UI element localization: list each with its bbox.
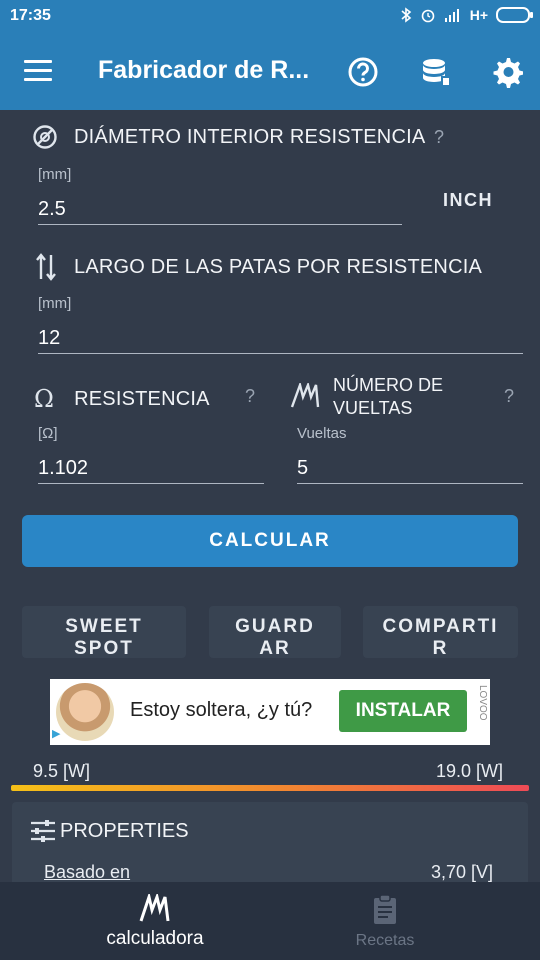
based-on-value: 3,70 [V] xyxy=(431,862,494,882)
wraps-help[interactable]: ? xyxy=(504,386,514,407)
app-title: Fabricador de R... xyxy=(98,56,310,84)
share-button[interactable]: COMPARTIR xyxy=(363,606,518,658)
wraps-input-underline xyxy=(297,483,523,484)
diameter-input-underline xyxy=(38,224,402,225)
signal-icon xyxy=(444,9,459,22)
status-time: 17:35 xyxy=(10,7,51,24)
properties-title: PROPERTIES xyxy=(60,820,189,842)
inch-toggle-button[interactable]: INCH xyxy=(443,190,493,211)
bluetooth-icon xyxy=(401,7,411,23)
resistance-unit: [Ω] xyxy=(38,425,58,442)
resistance-help[interactable]: ? xyxy=(245,386,255,407)
wraps-unit: Vueltas xyxy=(297,425,347,442)
resistance-input-underline xyxy=(38,483,264,484)
status-icons: H+ xyxy=(400,7,533,23)
sliders-icon xyxy=(31,820,55,842)
leg-length-unit: [mm] xyxy=(38,295,72,312)
calculator-form: DIÁMETRO INTERIOR RESISTENCIA ? [mm] 2.5… xyxy=(0,110,540,882)
leg-length-input[interactable]: 12 xyxy=(38,327,60,350)
network-type: H+ xyxy=(469,7,488,23)
help-icon[interactable] xyxy=(347,56,379,88)
ad-text: Estoy soltera, ¿y tú? xyxy=(130,699,313,721)
app-bar: Fabricador de R... xyxy=(0,34,540,110)
leg-length-label: LARGO DE LAS PATAS POR RESISTENCIA xyxy=(74,255,483,278)
wraps-label-line2: VUELTAS xyxy=(333,398,413,418)
status-bar: 17:35 H+ xyxy=(0,0,540,34)
wraps-label: NÚMERO DE VUELTAS xyxy=(333,374,443,420)
alarm-icon xyxy=(421,9,435,23)
clipboard-icon xyxy=(374,894,396,924)
coil-icon xyxy=(139,894,170,922)
share-label: COMPARTIR xyxy=(382,616,499,658)
save-button[interactable]: GUARDAR xyxy=(209,606,341,658)
ad-info-icon[interactable]: ▶ xyxy=(52,727,68,743)
calculate-button[interactable]: CALCULAR xyxy=(22,515,518,567)
nav-recipes-label: Recetas xyxy=(355,932,415,949)
resistance-input[interactable]: 1.102 xyxy=(38,457,88,480)
nav-recipes[interactable]: Recetas xyxy=(250,882,520,960)
resistance-label: RESISTENCIA xyxy=(74,387,210,410)
bottom-navigation: calculadora Recetas xyxy=(0,882,540,960)
resistance-label-row: Ω RESISTENCIA xyxy=(34,385,210,413)
vertical-arrows-icon xyxy=(36,253,56,281)
settings-icon[interactable] xyxy=(491,56,523,88)
based-on-link[interactable]: Basado en xyxy=(44,862,130,882)
power-max: 19.0 [W] xyxy=(436,761,504,781)
omega-icon: Ω xyxy=(34,385,55,413)
save-label: GUARDAR xyxy=(235,616,315,658)
properties-card: PROPERTIES Basado en 3,70 [V] xyxy=(12,802,528,882)
diameter-help[interactable]: ? xyxy=(434,127,444,148)
database-icon[interactable] xyxy=(420,56,452,88)
leg-length-input-underline xyxy=(38,353,523,354)
ad-install-button[interactable]: INSTALAR xyxy=(339,690,467,732)
coil-icon xyxy=(290,383,320,408)
battery-icon xyxy=(496,7,533,23)
power-range-bar xyxy=(11,785,529,791)
diameter-label-row: DIÁMETRO INTERIOR RESISTENCIA xyxy=(32,124,425,150)
diameter-unit: [mm] xyxy=(38,166,72,183)
power-min: 9.5 [W] xyxy=(33,761,91,781)
wraps-label-line1: NÚMERO DE xyxy=(333,375,444,395)
diameter-icon xyxy=(33,125,57,149)
ad-banner[interactable]: ▶ Estoy soltera, ¿y tú? INSTALAR LOVOO xyxy=(50,679,490,745)
diameter-label: DIÁMETRO INTERIOR RESISTENCIA xyxy=(74,125,426,148)
sweet-spot-label: SWEET SPOT xyxy=(65,616,143,658)
ad-brand: LOVOO xyxy=(477,685,488,721)
diameter-input[interactable]: 2.5 xyxy=(38,198,66,221)
leg-length-label-row: LARGO DE LAS PATAS POR RESISTENCIA xyxy=(36,252,482,282)
sweet-spot-button[interactable]: SWEET SPOT xyxy=(22,606,186,658)
menu-icon[interactable] xyxy=(24,60,52,82)
wraps-input[interactable]: 5 xyxy=(297,457,308,480)
